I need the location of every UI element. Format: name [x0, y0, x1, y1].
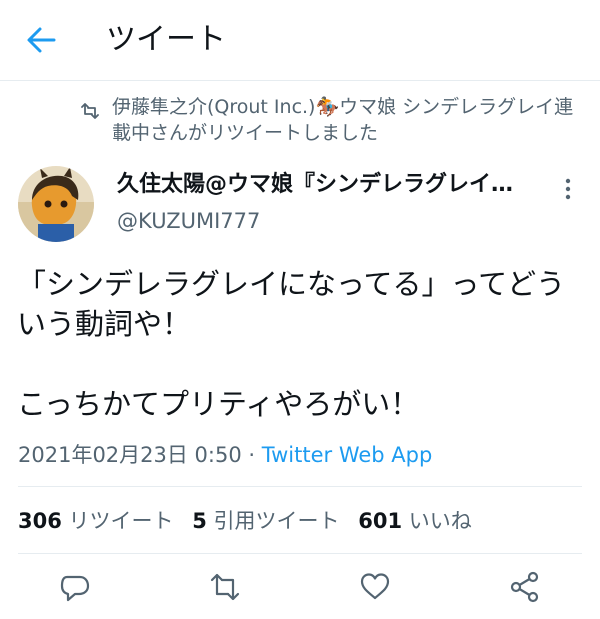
tweet-meta: 2021年02月23日 0:50 · Twitter Web App: [18, 440, 432, 470]
stats-bottom-divider: [18, 553, 582, 554]
top-bar: ツイート: [0, 0, 600, 80]
page-title: ツイート: [106, 22, 226, 57]
likes-label: いいね: [408, 509, 472, 533]
tweet-source-link[interactable]: Twitter Web App: [262, 443, 433, 467]
author-name[interactable]: 久住太陽@ウマ娘『シンデレラグレイ…: [117, 169, 513, 201]
more-vertical-icon[interactable]: [558, 176, 578, 202]
share-icon[interactable]: [508, 570, 542, 604]
meta-separator: ·: [241, 443, 262, 467]
author-handle[interactable]: @KUZUMI777: [117, 206, 260, 236]
quotes-stat[interactable]: 5 引用ツイート: [192, 509, 339, 533]
reply-icon[interactable]: [58, 570, 92, 604]
retweet-icon: [80, 103, 100, 119]
quotes-label: 引用ツイート: [213, 509, 340, 533]
tweet-stats: 306 リツイート 5 引用ツイート 601 いいね: [18, 506, 484, 536]
like-heart-icon[interactable]: [358, 570, 392, 604]
retweet-action-icon[interactable]: [208, 570, 242, 604]
quotes-count: 5: [192, 509, 207, 533]
tweet-timestamp[interactable]: 2021年02月23日 0:50: [18, 443, 242, 467]
stats-top-divider: [18, 486, 582, 487]
retweets-stat[interactable]: 306 リツイート: [18, 509, 174, 533]
avatar[interactable]: [18, 166, 94, 242]
retweets-label: リツイート: [68, 509, 174, 533]
back-arrow-icon[interactable]: [26, 26, 56, 54]
retweets-count: 306: [18, 509, 62, 533]
tweet-text: 「シンデレラグレイになってる」ってどういう動詞や！ こっちかてプリティやろがい！: [17, 267, 566, 421]
likes-stat[interactable]: 601 いいね: [358, 509, 472, 533]
retweet-banner-text[interactable]: 伊藤隼之介(Qrout Inc.)🏇ウマ娘 シンデレラグレイ連載中さんがリツイー…: [112, 94, 592, 146]
header-divider: [0, 80, 600, 81]
likes-count: 601: [358, 509, 403, 533]
